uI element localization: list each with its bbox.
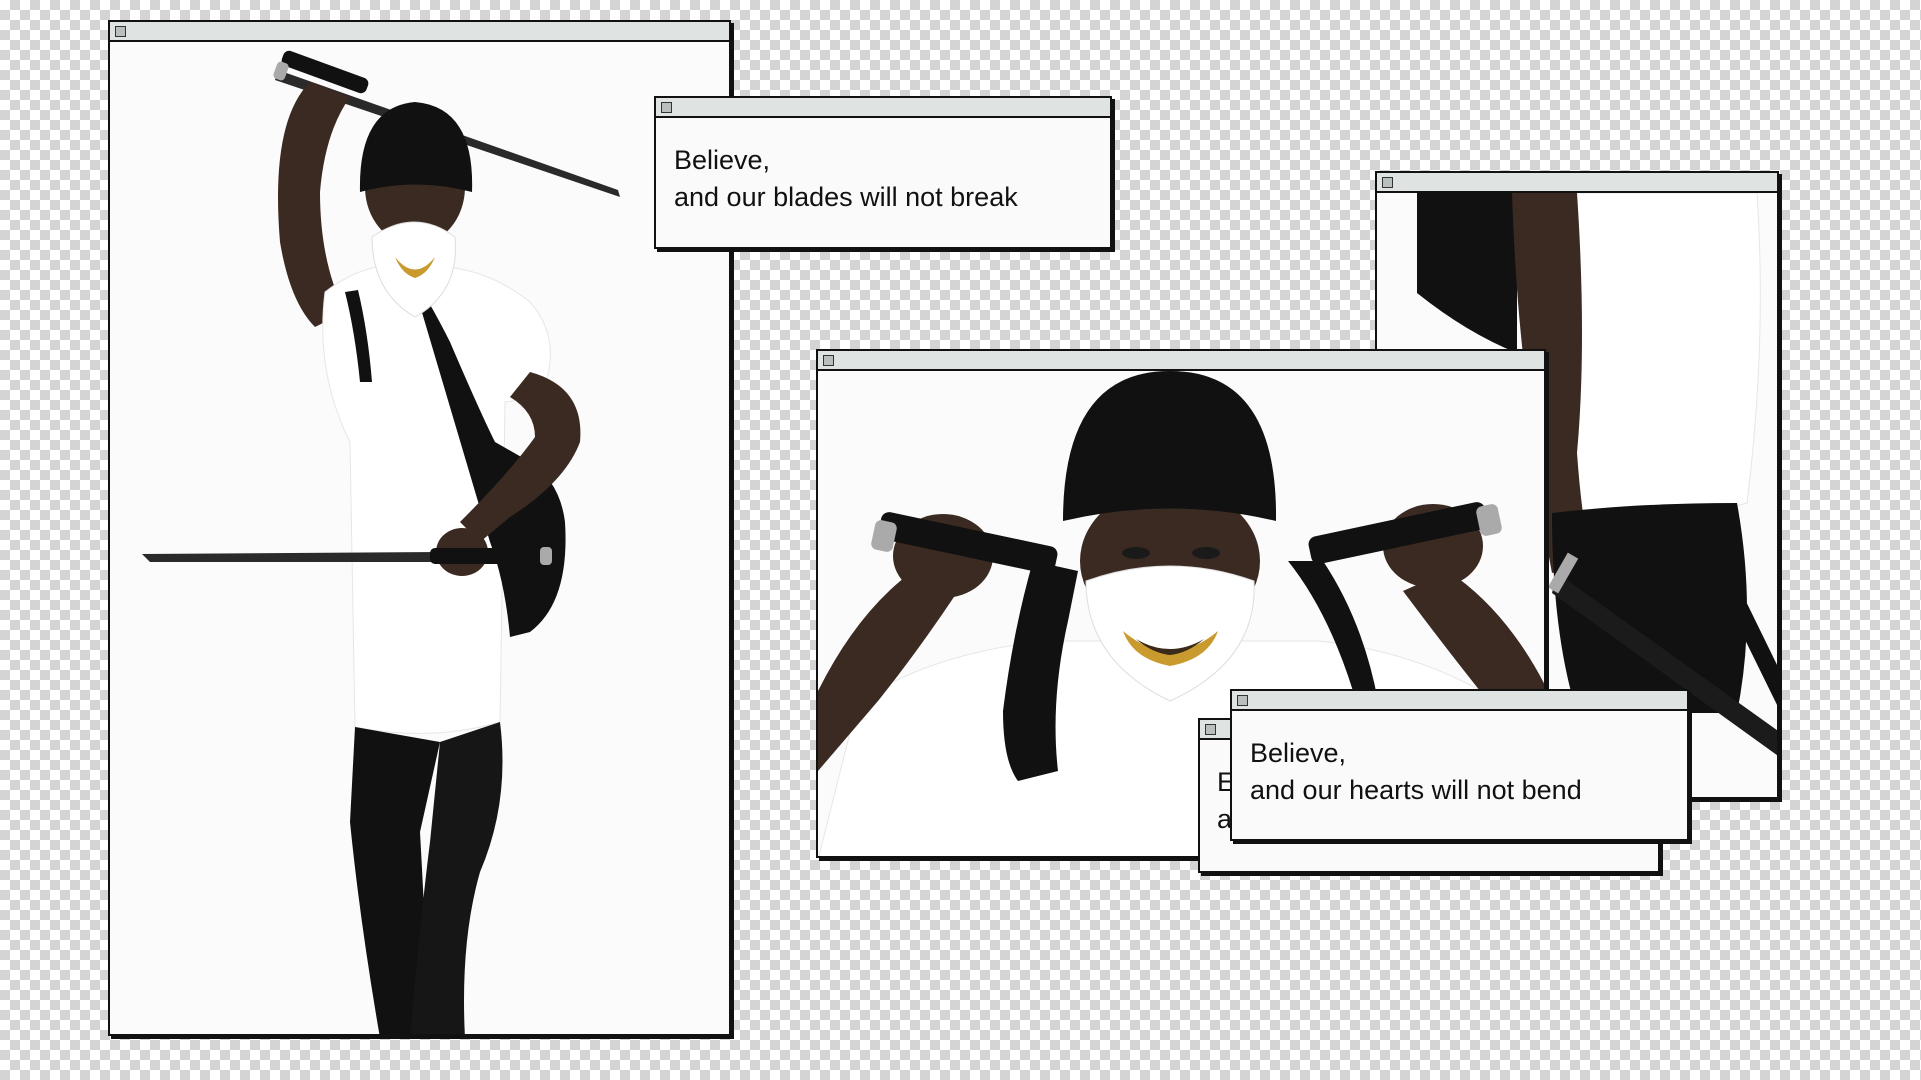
dialog-content: Believe, and our hearts will not bend: [1232, 711, 1687, 839]
window-titlebar[interactable]: [110, 22, 729, 42]
dialog-window-hearts[interactable]: Believe, and our hearts will not bend: [1230, 689, 1689, 841]
dialog-line-2: and our blades will not break: [674, 182, 1018, 212]
window-titlebar[interactable]: [1377, 173, 1777, 193]
window-close-icon[interactable]: [661, 102, 672, 113]
dialog-line-1: Believe,: [674, 145, 771, 175]
window-titlebar[interactable]: [656, 98, 1110, 118]
dialog-message: Believe, and our hearts will not bend: [1250, 735, 1582, 809]
dialog-window-blades[interactable]: Believe, and our blades will not break: [654, 96, 1112, 249]
window-close-icon[interactable]: [1205, 724, 1216, 735]
dialog-line-2: and our hearts will not bend: [1250, 775, 1582, 805]
window-close-icon[interactable]: [1382, 177, 1393, 188]
dialog-content: Believe, and our blades will not break: [656, 118, 1110, 247]
window-close-icon[interactable]: [115, 26, 126, 37]
dialog-message: Believe, and our blades will not break: [674, 142, 1018, 216]
window-titlebar[interactable]: [818, 351, 1544, 371]
photo-window-left[interactable]: [108, 20, 731, 1036]
dialog-line-1: Believe,: [1250, 738, 1347, 768]
window-close-icon[interactable]: [1237, 695, 1248, 706]
window-close-icon[interactable]: [823, 355, 834, 366]
window-titlebar[interactable]: [1232, 691, 1687, 711]
photo-left-figure: [110, 42, 729, 1034]
photo-left: [110, 42, 729, 1034]
